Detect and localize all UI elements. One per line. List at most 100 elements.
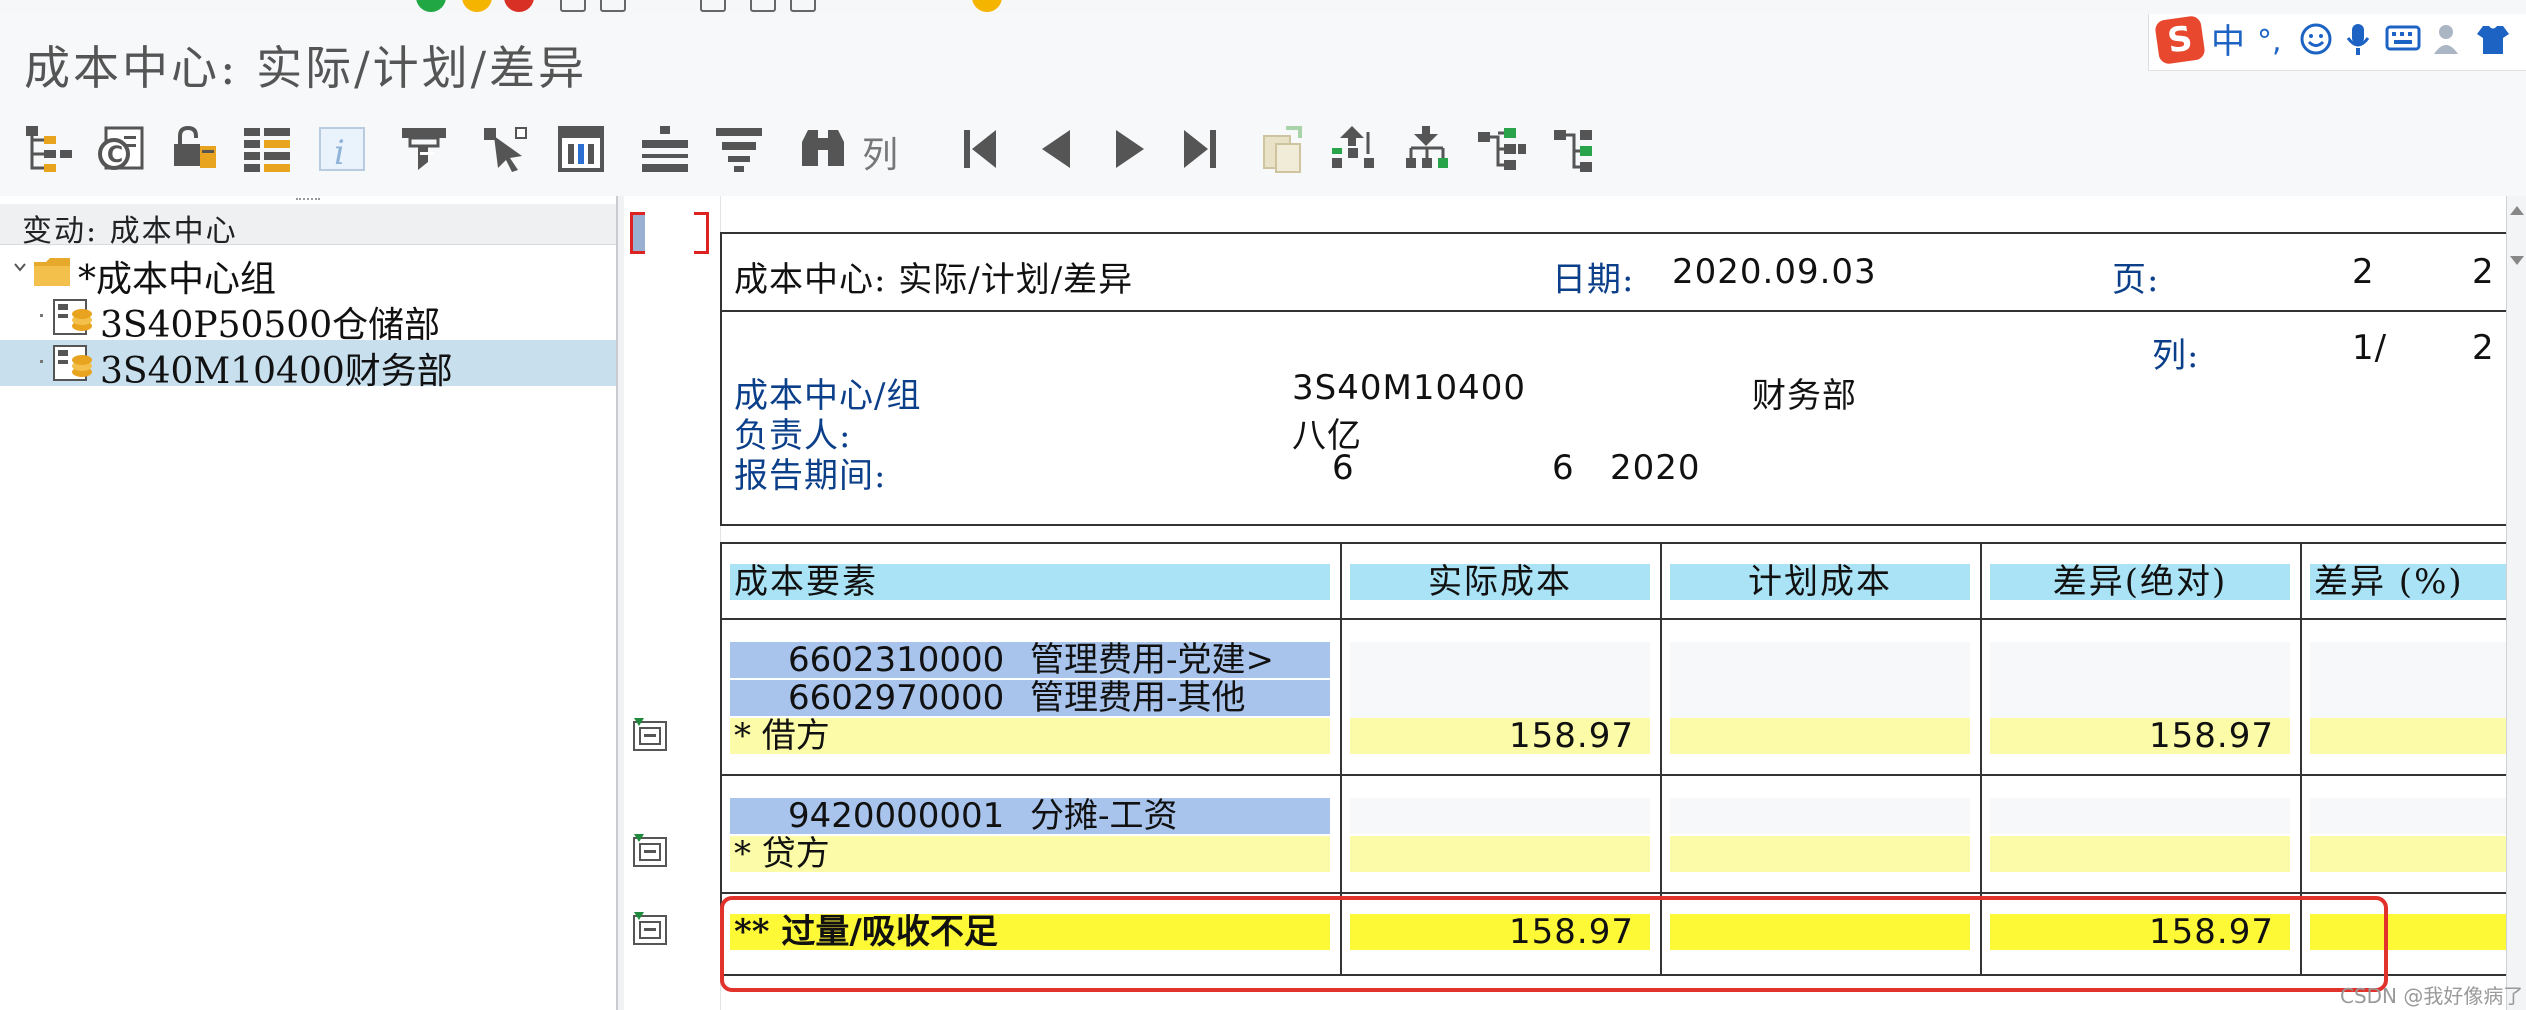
period-to: 6 — [1552, 448, 1575, 488]
period-from: 6 — [1332, 448, 1355, 488]
svg-text:C: C — [107, 143, 123, 168]
copy-icon[interactable] — [1256, 122, 1310, 176]
cost-center-icon — [52, 298, 94, 340]
print-icon[interactable] — [398, 122, 452, 176]
svg-text:i: i — [334, 133, 345, 173]
user-icon[interactable] — [2433, 22, 2467, 65]
lock-icon[interactable] — [166, 122, 220, 176]
list-settings-icon[interactable] — [240, 122, 294, 176]
column-total: 2 — [2472, 328, 2495, 368]
tree-item-group[interactable]: *成本中心组 — [0, 248, 616, 300]
cost-center-name: 财务部 — [1752, 376, 1857, 416]
skin-icon[interactable] — [2475, 22, 2511, 65]
row-gutter — [624, 196, 721, 1010]
filter-icon[interactable] — [712, 122, 766, 176]
next-page-icon[interactable] — [1102, 122, 1156, 176]
hierarchy-icon[interactable] — [22, 122, 76, 176]
top-strip — [0, 0, 2526, 14]
debit-variance-pct-value[interactable] — [2310, 718, 2526, 754]
debit-actual-value[interactable]: 158.97 — [1350, 718, 1650, 754]
tree-connector — [40, 314, 43, 317]
gl-account-name: 分摊-工资 — [1030, 798, 1178, 834]
ime-mode-toggle[interactable]: 中 — [2211, 22, 2245, 62]
column-header-variance-abs[interactable]: 差异(绝对) — [1990, 564, 2290, 600]
previous-page-icon[interactable] — [1030, 122, 1084, 176]
window-icon[interactable] — [700, 0, 726, 12]
page-label: 页: — [2112, 260, 2160, 300]
window-icon[interactable] — [600, 0, 626, 12]
pane-header-label: 变动: 成本中心 — [22, 214, 238, 249]
change-layout-icon[interactable]: C — [94, 122, 148, 176]
row-detail-icon[interactable] — [630, 910, 670, 948]
column-header-cost-element[interactable]: 成本要素 — [730, 564, 1330, 600]
gl-account-code: 9420000001 — [788, 798, 1005, 834]
row-divider — [722, 774, 2526, 776]
debit-variance-abs-value[interactable]: 158.97 — [1990, 718, 2290, 754]
gl-account-row[interactable]: 6602970000 管理费用-其他 — [730, 680, 1330, 716]
page-current: 2 — [2352, 252, 2375, 292]
tree-item-cost-center-selected[interactable]: 3S40M10400财务部 — [0, 340, 616, 392]
date-label: 日期: — [1552, 260, 1635, 300]
help-icon[interactable] — [972, 0, 1002, 12]
info-icon[interactable]: i — [316, 122, 370, 176]
column-label[interactable]: 列 — [862, 126, 898, 178]
cell-blank — [1670, 798, 1970, 834]
select-pointer-icon[interactable] — [478, 122, 532, 176]
row-detail-icon[interactable] — [630, 832, 670, 870]
cost-center-icon — [52, 344, 94, 386]
keyboard-icon[interactable] — [2385, 22, 2421, 62]
sort-descending-icon[interactable] — [1402, 122, 1456, 176]
debit-subtotal-label[interactable]: * 借方 — [730, 718, 1330, 754]
collapse-tree-icon[interactable] — [1550, 122, 1604, 176]
gl-account-code: 6602310000 — [788, 642, 1005, 678]
selection-bracket-right — [694, 212, 709, 254]
window-icon[interactable] — [560, 0, 586, 12]
cell-blank — [1990, 798, 2290, 834]
expand-tree-icon[interactable] — [1474, 122, 1528, 176]
column-current: 1/ — [2352, 328, 2388, 368]
period-year: 2020 — [1610, 448, 1701, 488]
ime-logo-icon[interactable]: S — [2154, 15, 2206, 65]
gl-account-row[interactable]: 6602310000 管理费用-党建> — [730, 642, 1330, 678]
credit-variance-pct-value[interactable] — [2310, 836, 2526, 872]
window-icon[interactable] — [750, 0, 776, 12]
date-value: 2020.09.03 — [1672, 252, 1877, 292]
column-header-plan[interactable]: 计划成本 — [1670, 564, 1970, 600]
gl-account-name: 管理费用-党建> — [1030, 642, 1274, 678]
folder-icon — [32, 254, 72, 292]
ime-toolbar: S 中 °, — [2148, 14, 2526, 71]
credit-variance-abs-value[interactable] — [1990, 836, 2290, 872]
scroll-up-icon[interactable] — [2510, 206, 2524, 215]
vertical-scrollbar[interactable] — [2506, 196, 2526, 1010]
scroll-down-icon[interactable] — [2510, 256, 2524, 265]
first-page-icon[interactable] — [954, 122, 1008, 176]
row-divider — [722, 618, 2526, 620]
emoji-icon[interactable] — [2299, 22, 2333, 65]
ime-punct-toggle[interactable]: °, — [2257, 22, 2282, 62]
row-detail-icon[interactable] — [630, 716, 670, 754]
tree-item-cost-center[interactable]: 3S40P50500仓储部 — [0, 294, 616, 346]
chevron-down-icon[interactable] — [14, 258, 26, 277]
column-header-variance-pct[interactable]: 差异 (%) — [2310, 564, 2526, 600]
title-bar: 成本中心: 实际/计划/差异 S 中 °, — [0, 14, 2526, 105]
align-center-icon[interactable] — [638, 122, 692, 176]
status-yellow-icon[interactable] — [462, 0, 492, 12]
binoculars-icon[interactable] — [796, 122, 850, 176]
selection-bracket-left — [630, 212, 645, 254]
gl-account-row[interactable]: 9420000001 分摊-工资 — [730, 798, 1330, 834]
credit-plan-value[interactable] — [1670, 836, 1970, 872]
status-green-icon[interactable] — [416, 0, 446, 12]
cell-blank — [2310, 798, 2526, 834]
sort-ascending-icon[interactable] — [1328, 122, 1382, 176]
debit-plan-value[interactable] — [1670, 718, 1970, 754]
gl-account-name: 管理费用-其他 — [1030, 680, 1246, 716]
window-icon[interactable] — [790, 0, 816, 12]
credit-subtotal-label[interactable]: * 贷方 — [730, 836, 1330, 872]
microphone-icon[interactable] — [2345, 22, 2371, 67]
column-header-actual[interactable]: 实际成本 — [1350, 564, 1650, 600]
credit-actual-value[interactable] — [1350, 836, 1650, 872]
report-pane: 成本中心: 实际/计划/差异 日期: 2020.09.03 页: 2 2 列: … — [624, 196, 2526, 1010]
last-page-icon[interactable] — [1172, 122, 1226, 176]
status-red-icon[interactable] — [504, 0, 534, 12]
report-icon[interactable] — [554, 122, 608, 176]
